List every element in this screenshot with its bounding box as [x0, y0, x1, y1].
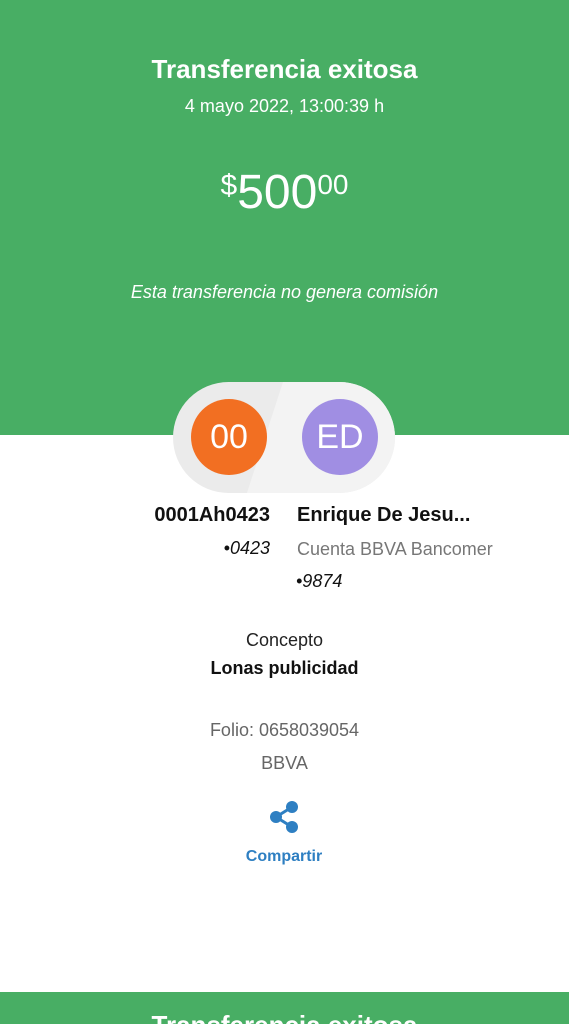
header-panel: Transferencia exitosa 4 mayo 2022, 13:00… — [0, 0, 569, 435]
share-label: Compartir — [245, 848, 323, 865]
transfer-datetime: 4 mayo 2022, 13:00:39 h — [184, 96, 385, 116]
recipient-name: Enrique De Jesu... — [297, 504, 471, 526]
sender-avatar: 00 — [191, 399, 267, 475]
recipient-avatar: ED — [302, 399, 378, 475]
next-receipt-title: Transferencia exitosa — [0, 1010, 569, 1024]
recipient-account: •9874 — [296, 571, 343, 591]
concept-value: Lonas publicidad — [210, 658, 359, 678]
folio-number: Folio: 0658039054 — [209, 720, 360, 740]
amount-decimals: 00 — [317, 169, 349, 200]
page-title: Transferencia exitosa — [151, 54, 418, 84]
amount-currency: $ — [220, 169, 238, 202]
recipient-bank: Cuenta BBVA Bancomer — [297, 539, 493, 559]
share-button[interactable]: Compartir — [234, 798, 334, 870]
concept-label: Concepto — [245, 630, 324, 650]
transfer-amount: $50000 — [0, 165, 569, 220]
share-icon[interactable] — [269, 800, 299, 834]
amount-integer: 500 — [237, 166, 318, 219]
bank-name: BBVA — [261, 753, 308, 773]
sender-account: •0423 — [223, 538, 270, 558]
sender-name: 0001Ah0423 — [154, 504, 270, 526]
commission-note: Esta transferencia no genera comisión — [130, 282, 439, 302]
next-receipt-panel: Transferencia exitosa — [0, 992, 569, 1024]
